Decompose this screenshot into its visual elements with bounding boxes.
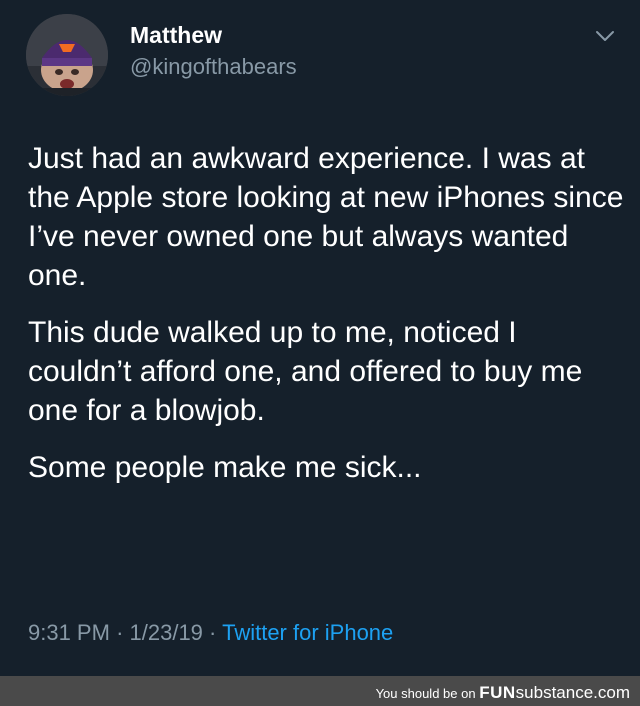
chevron-down-icon[interactable] [592, 26, 618, 46]
meta-separator: · [116, 620, 124, 645]
tweet-source-link[interactable]: Twitter for iPhone [222, 620, 393, 645]
avatar-crying-fan [26, 14, 108, 96]
tweet-paragraph: This dude walked up to me, noticed I cou… [28, 316, 583, 427]
watermark-prefix: You should be on [375, 686, 476, 701]
watermark-text: You should be on FUNsubstance.com [376, 683, 630, 703]
tweet-paragraph: Some people make me sick... [28, 451, 422, 484]
author-name[interactable]: Matthew [130, 22, 222, 49]
tweet-time[interactable]: 9:31 PM [28, 620, 110, 645]
meta-separator: · [209, 620, 217, 645]
watermark-brand[interactable]: FUNsubstance.com [479, 683, 630, 702]
tweet-meta: 9:31 PM · 1/23/19 · Twitter for iPhone [28, 620, 393, 646]
tweet-text: Just had an awkward experience. I was at… [28, 139, 628, 505]
avatar[interactable] [26, 14, 108, 96]
tweet-paragraph: Just had an awkward experience. I was at… [28, 142, 624, 292]
author-handle[interactable]: @kingofthabears [130, 54, 297, 80]
watermark-footer: You should be on FUNsubstance.com [0, 676, 640, 706]
tweet-date[interactable]: 1/23/19 [130, 620, 203, 645]
tweet-card: Matthew @kingofthabears Just had an awkw… [0, 0, 640, 676]
